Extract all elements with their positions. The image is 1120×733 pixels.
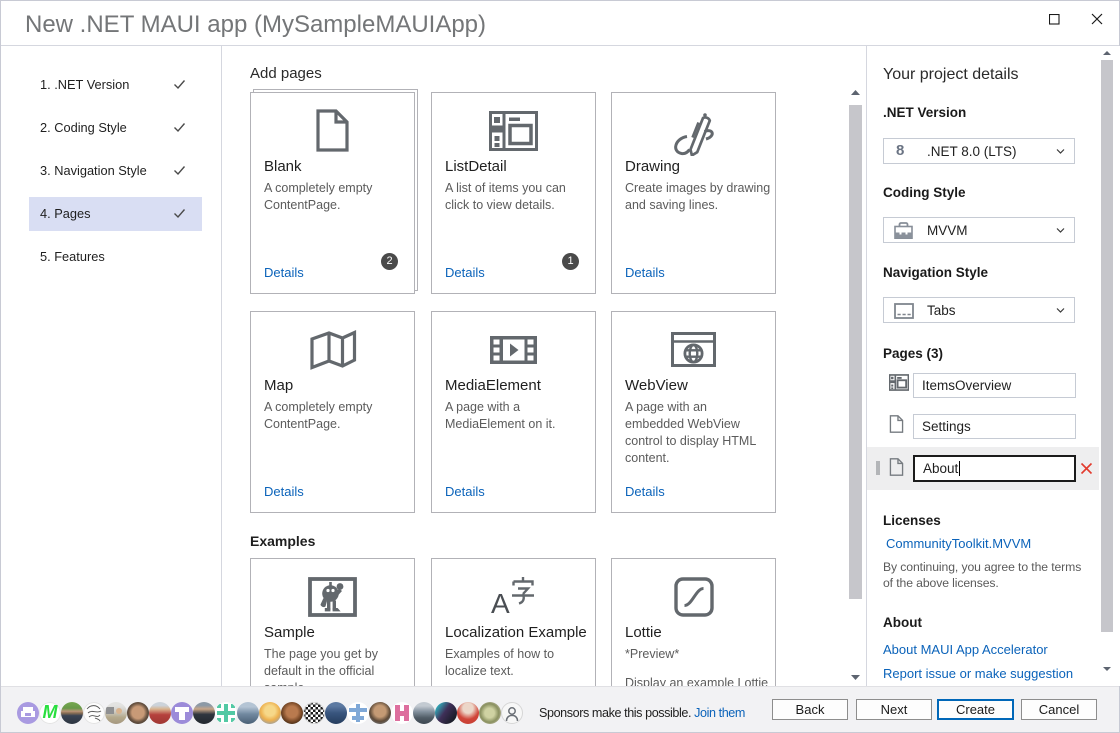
- svg-text:A: A: [491, 588, 510, 618]
